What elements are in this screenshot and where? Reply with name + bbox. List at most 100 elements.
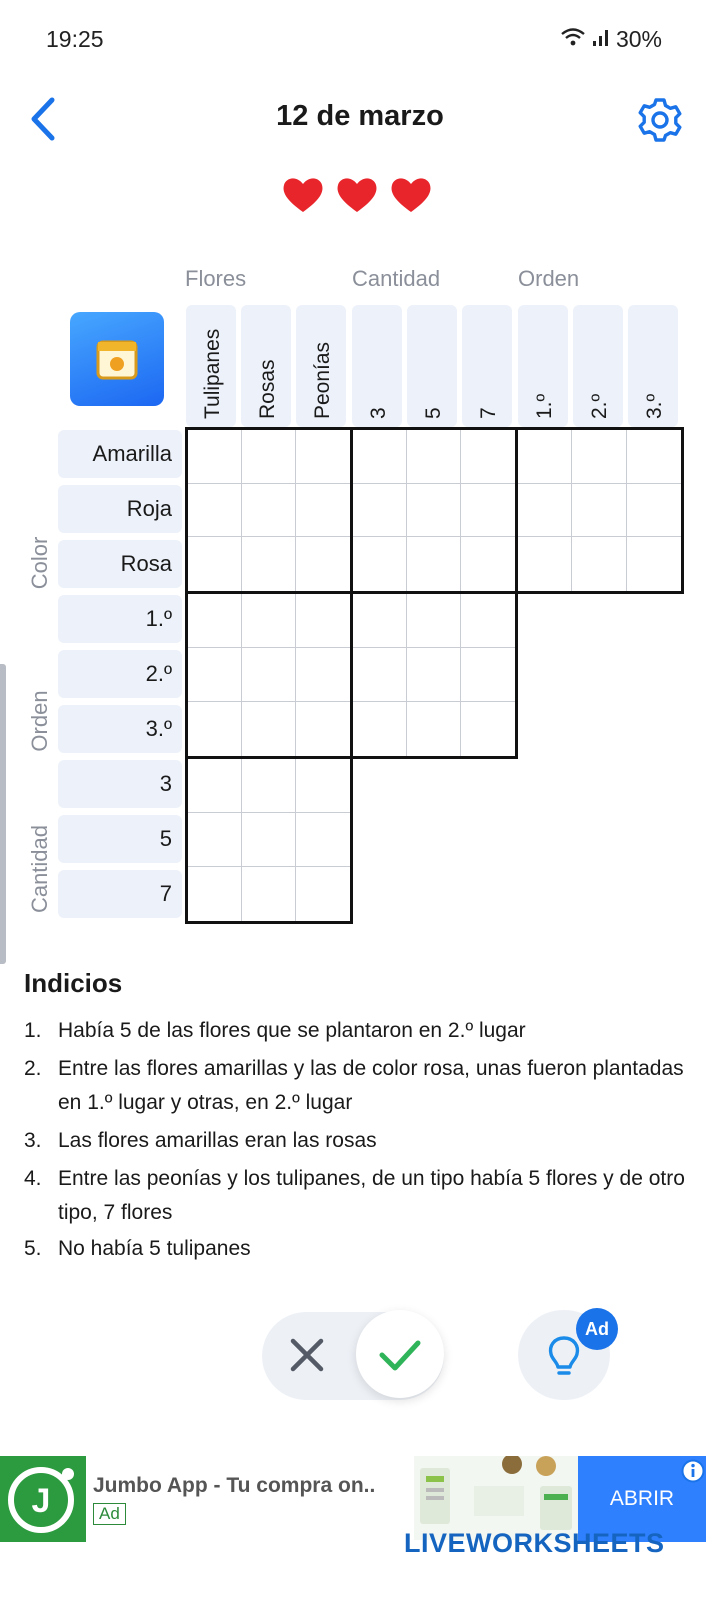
grid-cell[interactable]	[626, 430, 681, 484]
ad-info-button[interactable]	[680, 1458, 706, 1484]
grid-cell[interactable]	[518, 537, 573, 591]
column-header: 1.º	[518, 305, 568, 427]
grid-block-orden-cantidad	[350, 591, 518, 759]
grid-cell[interactable]	[242, 867, 296, 921]
grid-cell[interactable]	[572, 483, 627, 538]
grid-cell[interactable]	[242, 430, 296, 484]
column-category: Orden	[518, 266, 580, 291]
grid-cell[interactable]	[296, 813, 350, 867]
cross-mode-button[interactable]	[282, 1330, 332, 1380]
grid-cell[interactable]	[296, 594, 350, 648]
grid-cell[interactable]	[188, 867, 242, 921]
grid-cell[interactable]	[353, 483, 407, 538]
grid-cell[interactable]	[296, 867, 350, 921]
close-icon	[290, 1338, 324, 1372]
row-category: Cantidad	[27, 824, 52, 914]
grid-cell[interactable]	[518, 430, 573, 484]
grid-cell[interactable]	[353, 702, 407, 756]
grid-cell[interactable]	[572, 430, 627, 484]
grid-cell[interactable]	[242, 648, 296, 702]
grid-cell[interactable]	[188, 759, 242, 813]
check-mode-button[interactable]	[356, 1310, 444, 1398]
ad-tag: Ad	[93, 1503, 126, 1525]
grid-cell[interactable]	[188, 537, 242, 591]
ad-title[interactable]: Jumbo App - Tu compra on..	[93, 1474, 375, 1498]
grid-cell[interactable]	[407, 594, 461, 648]
grid-cell[interactable]	[296, 430, 350, 484]
grid-cell[interactable]	[353, 537, 407, 591]
grid-cell[interactable]	[353, 430, 407, 484]
column-header: Tulipanes	[186, 305, 236, 427]
grid-cell[interactable]	[242, 759, 296, 813]
calendar-button[interactable]	[70, 312, 164, 406]
check-icon	[379, 1340, 421, 1371]
row-header: 5	[58, 815, 182, 863]
grid-cell[interactable]	[627, 537, 681, 591]
grid-cell[interactable]	[188, 648, 242, 702]
heart-icon	[391, 178, 431, 212]
grid-cell[interactable]	[407, 430, 461, 484]
calendar-icon	[96, 340, 138, 380]
grid-cell[interactable]	[296, 702, 350, 756]
grid-cell[interactable]	[296, 484, 350, 538]
grid-cell[interactable]	[296, 537, 350, 591]
status-time: 19:25	[46, 26, 104, 52]
clue-item: 2. Entre las flores amarillas y las de co…	[24, 1052, 694, 1120]
column-header-label: 3	[367, 407, 390, 419]
clue-text: Había 5 de las flores que se plantaron e…	[58, 1019, 526, 1042]
grid-cell[interactable]	[626, 484, 681, 538]
clue-text: Las flores amarillas eran las rosas	[58, 1129, 377, 1152]
info-icon	[681, 1459, 705, 1483]
clue-text: Entre las peonías y los tulipanes, de un…	[58, 1167, 685, 1224]
grid-cell[interactable]	[461, 484, 515, 538]
grid-cell[interactable]	[242, 702, 296, 756]
clue-item: 3. Las flores amarillas eran las rosas	[24, 1124, 694, 1158]
row-header: Rosa	[58, 540, 182, 588]
grid-cell[interactable]	[407, 537, 461, 591]
row-header: 3	[58, 760, 182, 808]
row-header: 2.º	[58, 650, 182, 698]
grid-cell[interactable]	[518, 483, 573, 538]
grid-cell[interactable]	[407, 702, 461, 756]
row-header: 1.º	[58, 595, 182, 643]
grid-cell[interactable]	[407, 483, 461, 538]
gear-icon	[638, 98, 682, 142]
grid-cell[interactable]	[461, 537, 515, 591]
grid-cell[interactable]	[188, 702, 242, 756]
row-header: 7	[58, 870, 182, 918]
grid-cell[interactable]	[461, 648, 515, 702]
grid-cell[interactable]	[572, 537, 627, 591]
grid-block-color-flores	[185, 427, 353, 594]
grid-cell[interactable]	[461, 594, 515, 648]
clue-number: 2.	[24, 1057, 42, 1080]
ad-badge: Ad	[576, 1308, 618, 1350]
clue-text: No había 5 tulipanes	[58, 1237, 251, 1260]
grid-cell[interactable]	[188, 483, 242, 538]
clues-title: Indicios	[24, 968, 123, 998]
column-header-label: Tulipanes	[201, 328, 224, 419]
grid-cell[interactable]	[353, 648, 407, 702]
grid-block-color-cantidad	[350, 427, 518, 594]
column-header: Peonías	[296, 305, 346, 427]
row-category: Color	[27, 536, 52, 590]
grid-cell[interactable]	[296, 759, 350, 813]
grid-cell[interactable]	[242, 537, 296, 591]
grid-cell[interactable]	[242, 813, 296, 867]
grid-cell[interactable]	[296, 648, 350, 702]
settings-button[interactable]	[636, 96, 684, 144]
grid-cell[interactable]	[188, 430, 242, 484]
clue-number: 5.	[24, 1237, 42, 1260]
column-category: Flores	[185, 266, 247, 291]
grid-cell[interactable]	[188, 813, 242, 867]
grid-block-color-orden	[515, 427, 684, 594]
grid-cell[interactable]	[242, 483, 296, 538]
grid-cell[interactable]	[353, 594, 407, 648]
grid-cell[interactable]	[188, 594, 242, 648]
grid-cell[interactable]	[407, 648, 461, 702]
grid-cell[interactable]	[242, 594, 296, 648]
signal-icon	[592, 26, 610, 53]
grid-cell[interactable]	[461, 430, 515, 484]
grid-cell[interactable]	[461, 702, 515, 756]
clue-number: 4.	[24, 1167, 42, 1190]
edge-panel-handle[interactable]	[0, 664, 6, 964]
